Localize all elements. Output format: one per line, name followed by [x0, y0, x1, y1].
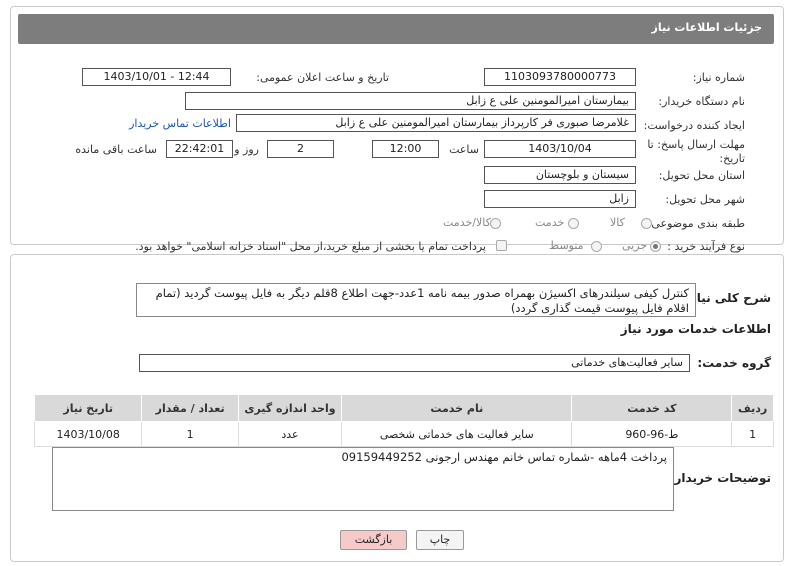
category-label: طبقه بندی موضوعی:	[647, 217, 745, 230]
time-label: ساعت	[449, 143, 479, 156]
buyer-notes-textarea[interactable]: پرداخت 4ماهه -شماره تماس خانم مهندس ارجو…	[52, 447, 674, 511]
col-unit: واحد اندازه گیری	[237, 394, 343, 422]
days-field: 2	[267, 140, 334, 158]
category-radio-goods[interactable]	[641, 218, 652, 229]
category-radio-service[interactable]	[568, 218, 579, 229]
buyer-contact-link[interactable]: اطلاعات تماس خریدار	[129, 117, 231, 130]
services-table: تاریخ نیاز تعداد / مقدار واحد اندازه گیر…	[33, 394, 774, 447]
buyer-org-label: نام دستگاه خریدار:	[658, 95, 745, 108]
announce-datetime-field: 1403/10/01 - 12:44	[82, 68, 231, 86]
category-option-goods: کالا	[610, 216, 625, 229]
process-label: نوع فرآیند خرید :	[667, 240, 745, 253]
process-option-minor: جزیی	[622, 239, 648, 252]
requester-label: ایجاد کننده درخواست:	[643, 119, 745, 132]
page-title: جزئیات اطلاعات نیاز	[651, 21, 763, 34]
category-option-service: خدمت	[535, 216, 565, 229]
province-field: سیستان و بلوچستان	[484, 166, 636, 184]
col-service-name: نام خدمت	[341, 394, 573, 422]
service-group-label: گروه خدمت:	[697, 356, 771, 370]
requester-field: غلامرضا صبوری فر کارپرداز بیمارستان امیر…	[236, 114, 636, 132]
service-group-field: سایر فعالیت‌های خدماتی	[139, 354, 690, 372]
remaining-time-field: 22:42:01	[166, 140, 233, 158]
col-quantity: تعداد / مقدار	[141, 394, 239, 422]
cell-unit: عدد	[237, 421, 343, 447]
deadline-label: مهلت ارسال پاسخ: تا تاریخ:	[647, 138, 745, 165]
need-number-label: شماره نیاز:	[692, 71, 745, 84]
col-service-code: کد خدمت	[571, 394, 733, 422]
cell-row-index: 1	[731, 421, 774, 447]
process-radio-medium[interactable]	[591, 241, 602, 252]
deadline-date-field: 1403/10/04	[484, 140, 636, 158]
cell-quantity: 1	[141, 421, 239, 447]
category-option-goods-service: کالا/خدمت	[443, 216, 491, 229]
summary-label: شرح کلی نیاز:	[685, 291, 771, 305]
cell-need-date: 1403/10/08	[33, 421, 143, 447]
buyer-notes-label: توضیحات خریدار:	[669, 471, 771, 485]
announce-label: تاریخ و ساعت اعلان عمومی:	[256, 71, 389, 84]
process-option-medium: متوسط	[549, 239, 584, 252]
province-label: استان محل تحویل:	[658, 169, 745, 182]
category-radio-goods-service[interactable]	[490, 218, 501, 229]
back-button[interactable]: بازگشت	[340, 530, 407, 550]
table-header-row: تاریخ نیاز تعداد / مقدار واحد اندازه گیر…	[33, 394, 774, 422]
treasury-checkbox[interactable]	[496, 240, 507, 251]
col-need-date: تاریخ نیاز	[33, 394, 143, 422]
city-field: زابل	[484, 190, 636, 208]
panel-header: جزئیات اطلاعات نیاز	[18, 14, 774, 44]
table-row: 1403/10/08 1 عدد سایر فعالیت های خدماتی …	[33, 421, 774, 447]
summary-textarea[interactable]: کنترل کیفی سیلندرهای اکسیژن بهمراه صدور …	[136, 283, 696, 317]
cell-service-name: سایر فعالیت های خدماتی شخصی	[341, 421, 573, 447]
city-label: شهر محل تحویل:	[665, 193, 745, 206]
buyer-org-field: بیمارستان امیرالمومنین علی ع زابل	[185, 92, 636, 110]
deadline-time-field: 12:00	[372, 140, 439, 158]
print-button[interactable]: چاپ	[416, 530, 464, 550]
days-label: روز و	[234, 143, 259, 156]
need-number-field: 1103093780000773	[484, 68, 636, 86]
services-section-title: اطلاعات خدمات مورد نیاز	[620, 322, 771, 336]
remaining-label: ساعت باقی مانده	[75, 143, 157, 156]
process-radio-minor[interactable]	[650, 241, 661, 252]
col-row-index: ردیف	[731, 394, 774, 422]
payment-note: پرداخت تمام یا بخشی از مبلغ خرید،از محل …	[135, 240, 486, 253]
cell-service-code: ط-96-960	[571, 421, 733, 447]
